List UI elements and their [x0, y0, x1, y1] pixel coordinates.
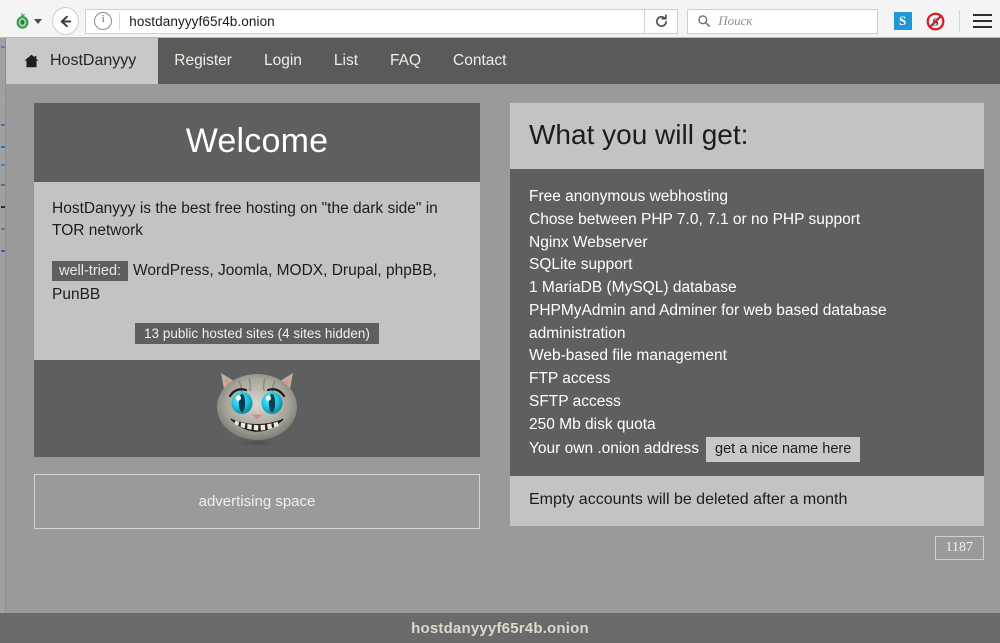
nav-item-login[interactable]: Login — [248, 38, 318, 84]
noscript-icon[interactable]: S — [926, 12, 945, 31]
welcome-intro-text: HostDanyyy is the best free hosting on "… — [52, 198, 462, 243]
menu-button[interactable] — [973, 10, 992, 31]
feature-item: Web-based file management — [529, 345, 965, 368]
nav-item-label: Login — [264, 52, 302, 70]
well-tried-badge: well-tried: — [52, 261, 128, 281]
feature-item-onion: Your own .onion address get a nice name h… — [529, 437, 965, 462]
nav-item-label: List — [334, 52, 358, 70]
advertising-space-label: advertising space — [199, 493, 316, 510]
features-list-body: Free anonymous webhosting Chose between … — [510, 169, 984, 476]
feature-item: Chose between PHP 7.0, 7.1 or no PHP sup… — [529, 209, 965, 232]
sites-counter-row: 13 public hosted sites (4 sites hidden) — [52, 323, 462, 344]
hit-counter: 1187 — [935, 536, 984, 560]
nav-brand-hostdanyyy[interactable]: HostDanyyy — [6, 38, 158, 84]
url-text: hostdanyyyf65r4b.onion — [129, 14, 275, 29]
feature-item: FTP access — [529, 368, 965, 391]
sites-counter-badge[interactable]: 13 public hosted sites (4 sites hidden) — [135, 323, 379, 344]
features-panel: What you will get: Free anonymous webhos… — [510, 103, 984, 526]
get-nice-name-button[interactable]: get a nice name here — [706, 437, 860, 462]
nav-item-label: Contact — [453, 52, 506, 70]
feature-item: SFTP access — [529, 391, 965, 414]
nav-item-label: FAQ — [390, 52, 421, 70]
browser-window: i hostdanyyyf65r4b.onion Поиск S — [0, 0, 1000, 643]
features-heading: What you will get: — [510, 103, 984, 169]
cat-image-band — [34, 360, 480, 457]
url-divider — [119, 12, 120, 30]
toolbar-divider — [959, 10, 960, 32]
well-tried-row: well-tried:WordPress, Joomla, MODX, Drup… — [52, 259, 462, 307]
nav-item-faq[interactable]: FAQ — [374, 38, 437, 84]
advertising-space[interactable]: advertising space — [34, 474, 480, 529]
tor-onion-icon — [14, 13, 31, 30]
onion-address-label: Your own .onion address — [529, 440, 699, 457]
reload-button[interactable] — [645, 9, 678, 34]
nav-item-register[interactable]: Register — [158, 38, 248, 84]
tor-button[interactable] — [8, 13, 48, 30]
back-button[interactable] — [52, 7, 79, 35]
feature-item: PHPMyAdmin and Adminer for web based dat… — [529, 300, 965, 346]
footer-domain: hostdanyyyf65r4b.onion — [411, 620, 589, 637]
nav-item-label: Register — [174, 52, 232, 70]
nav-brand-label: HostDanyyy — [50, 52, 136, 70]
reload-icon — [654, 14, 669, 29]
site-navbar: HostDanyyy Register Login List FAQ Conta… — [6, 38, 1000, 84]
home-icon — [24, 54, 39, 68]
extension-icons: S S — [894, 12, 945, 31]
nav-item-contact[interactable]: Contact — [437, 38, 522, 84]
cheshire-cat-image — [197, 365, 317, 451]
feature-item: SQLite support — [529, 254, 965, 277]
browser-toolbar: i hostdanyyyf65r4b.onion Поиск S — [0, 0, 1000, 38]
feature-item: Nginx Webserver — [529, 232, 965, 255]
welcome-heading: Welcome — [34, 103, 480, 182]
welcome-body: HostDanyyy is the best free hosting on "… — [34, 182, 480, 360]
feature-item: Free anonymous webhosting — [529, 186, 965, 209]
page-content: Welcome HostDanyyy is the best free host… — [6, 84, 1000, 613]
feature-item: 1 MariaDB (MySQL) database — [529, 277, 965, 300]
features-list: Free anonymous webhosting Chose between … — [529, 186, 965, 462]
search-box[interactable]: Поиск — [687, 9, 877, 34]
address-bar[interactable]: i hostdanyyyf65r4b.onion — [85, 9, 645, 34]
site-footer: hostdanyyyf65r4b.onion — [0, 613, 1000, 643]
search-icon — [697, 14, 711, 28]
features-footer-note: Empty accounts will be deleted after a m… — [510, 476, 984, 526]
chevron-down-icon — [34, 19, 42, 24]
back-arrow-icon — [58, 14, 73, 29]
nav-item-list[interactable]: List — [318, 38, 374, 84]
extension-s-icon[interactable]: S — [894, 12, 912, 30]
welcome-panel: Welcome HostDanyyy is the best free host… — [34, 103, 480, 529]
site-info-icon[interactable]: i — [94, 12, 112, 30]
feature-item: 250 Mb disk quota — [529, 414, 965, 437]
search-input[interactable]: Поиск — [718, 13, 752, 29]
